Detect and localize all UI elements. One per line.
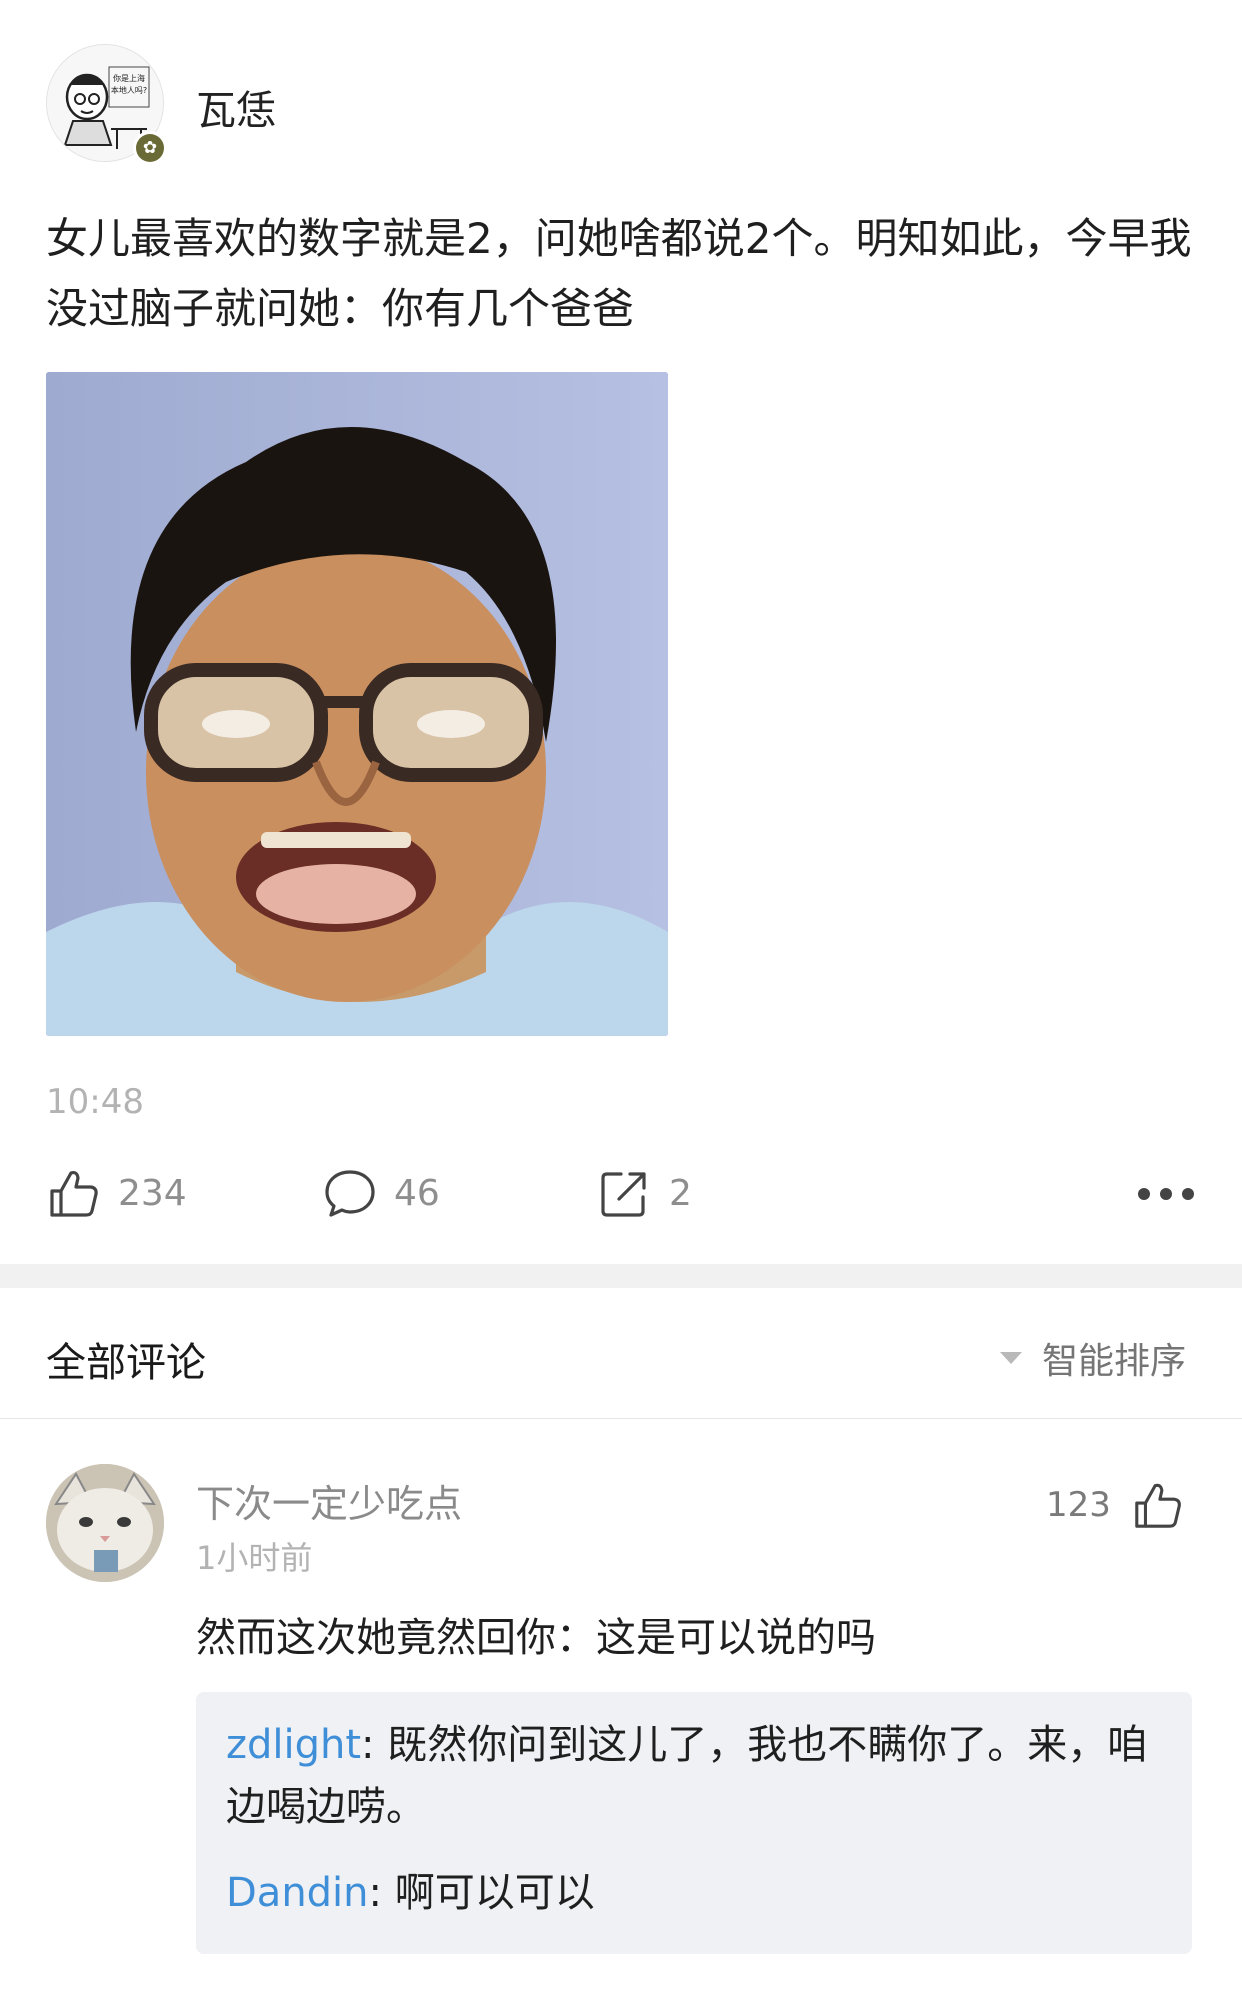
- comment-count: 46: [394, 1172, 440, 1214]
- author-name[interactable]: 瓦恁: [196, 78, 276, 136]
- commenter-avatar[interactable]: [46, 1464, 164, 1582]
- verified-flower-icon: ✿: [136, 134, 164, 162]
- post-time: 10:48: [46, 1082, 144, 1122]
- comment-bubble-icon: [325, 1170, 375, 1217]
- avatar-caption-line1: 你是上海: [113, 73, 145, 83]
- cat-avatar-icon: [46, 1464, 164, 1582]
- section-divider: [0, 1264, 1242, 1288]
- triangle-down-icon: [1000, 1352, 1022, 1364]
- replies-box[interactable]: zdlight: 既然你问到这儿了，我也不瞒你了。来，咱边喝边唠。 Dandin…: [196, 1692, 1192, 1954]
- reply-text: 啊可以可以: [394, 1870, 595, 1916]
- verified-badge: ✿: [133, 131, 167, 165]
- reply-item[interactable]: Dandin: 啊可以可以: [226, 1862, 1166, 1924]
- share-count: 2: [669, 1172, 692, 1214]
- sort-label: 智能排序: [1042, 1341, 1187, 1382]
- meme-face-image: [46, 372, 668, 1036]
- more-dots-icon: [1138, 1188, 1194, 1200]
- divider: [0, 1418, 1242, 1419]
- comments-title: 全部评论: [46, 1340, 206, 1386]
- reply-user[interactable]: zdlight: [226, 1722, 361, 1768]
- post-image[interactable]: [46, 372, 668, 1036]
- commenter-name[interactable]: 下次一定少吃点: [196, 1473, 462, 1528]
- reply-separator: :: [368, 1870, 395, 1916]
- share-arrow-icon: [601, 1172, 646, 1217]
- like-count: 234: [118, 1172, 187, 1214]
- sort-dropdown[interactable]: 智能排序: [1000, 1332, 1186, 1384]
- thumbs-up-icon: [1135, 1483, 1181, 1528]
- thumbs-up-icon: [50, 1170, 98, 1217]
- post-text: 女儿最喜欢的数字就是2，问她啥都说2个。明知如此，今早我没过脑子就问她：你有几个…: [46, 214, 1192, 333]
- comment-text: 然而这次她竟然回你：这是可以说的吗: [196, 1615, 876, 1661]
- share-button[interactable]: 2: [597, 1162, 692, 1224]
- more-options-button[interactable]: [1134, 1177, 1198, 1211]
- reply-item[interactable]: zdlight: 既然你问到这儿了，我也不瞒你了。来，咱边喝边唠。: [226, 1714, 1166, 1838]
- comment-like-count: 123: [1046, 1485, 1111, 1525]
- reply-separator: :: [361, 1722, 388, 1768]
- comment-button[interactable]: 46: [322, 1162, 440, 1224]
- avatar-caption-line2: 本地人吗?: [111, 85, 147, 95]
- comment-time: 1小时前: [196, 1539, 313, 1577]
- reply-user[interactable]: Dandin: [226, 1870, 369, 1916]
- like-button[interactable]: 234: [46, 1162, 187, 1224]
- comment-like-button[interactable]: 123: [1046, 1478, 1185, 1532]
